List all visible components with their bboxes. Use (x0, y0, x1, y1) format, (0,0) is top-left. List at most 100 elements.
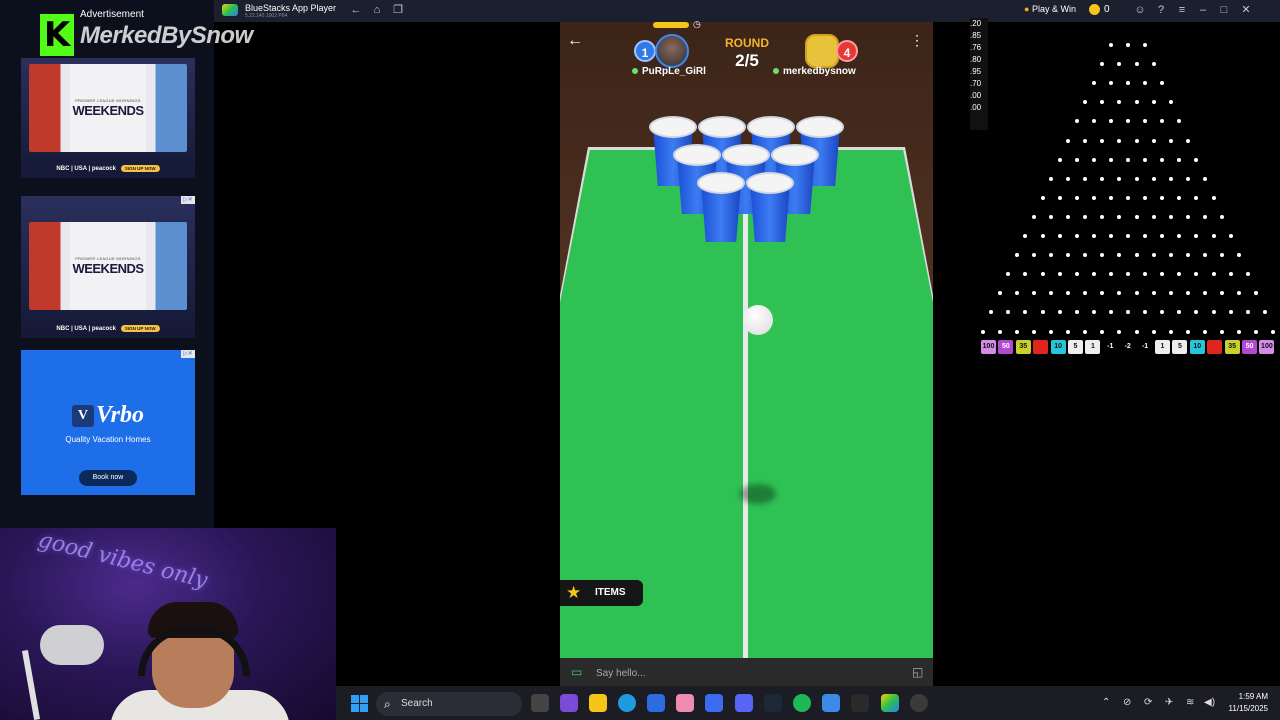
cup (697, 172, 745, 244)
plinko-bucket: 10 (1189, 340, 1205, 354)
right-player-name: merkedbysnow (773, 66, 856, 77)
plinko-peg (1202, 329, 1207, 334)
chat-input[interactable] (596, 666, 886, 680)
tray-chevron-icon[interactable]: ⌃ (1102, 697, 1110, 708)
help-icon[interactable]: ? (1154, 4, 1168, 16)
volume-icon[interactable]: ◀) (1204, 697, 1215, 708)
plinko-peg (1108, 43, 1113, 47)
epic-games-icon[interactable] (851, 694, 869, 712)
maximize-icon[interactable]: □ (1217, 4, 1231, 16)
ad-cta-button[interactable]: SIGN UP NOW (120, 325, 160, 332)
app-icon[interactable] (676, 694, 694, 712)
plinko-peg (1160, 272, 1165, 277)
chat-icon[interactable]: ▭ (571, 665, 582, 679)
plinko-peg (1160, 310, 1165, 315)
ad-banner-vrbo[interactable]: ▷✕ V Vrbo Quality Vacation Homes Book now (21, 350, 195, 495)
plinko-peg (1151, 138, 1156, 143)
plinko-peg (1040, 272, 1045, 277)
plinko-peg (1023, 234, 1028, 238)
bluestacks-logo-icon (222, 4, 238, 16)
clock-time[interactable]: 1:59 AM (1222, 692, 1268, 701)
obs-icon[interactable] (910, 694, 928, 712)
game-more-options-icon[interactable]: ⋮ (910, 32, 924, 49)
tray-icon-3[interactable]: ✈ (1165, 697, 1173, 708)
cup (746, 172, 794, 244)
ad-choices-icon[interactable]: ▷✕ (181, 196, 195, 204)
plinko-peg (1049, 329, 1054, 334)
copilot-icon[interactable] (705, 694, 723, 712)
menu-icon[interactable]: ≡ (1175, 4, 1189, 16)
ad-banner-weekends-1[interactable]: PREMIER LEAGUE MORNINGS WEEKENDS NBC | U… (21, 58, 195, 178)
file-explorer-icon[interactable] (589, 694, 607, 712)
plinko-peg (1228, 310, 1233, 315)
ad-choices-icon[interactable]: ▷✕ (181, 350, 195, 358)
plinko-peg (1194, 157, 1199, 162)
discord-icon[interactable] (735, 694, 753, 712)
plinko-peg (1143, 272, 1148, 277)
plinko-peg (1074, 272, 1079, 277)
store-icon[interactable] (647, 694, 665, 712)
plinko-peg (1083, 214, 1088, 219)
plinko-peg (1108, 195, 1113, 200)
plinko-peg (1108, 157, 1113, 162)
plinko-peg (1057, 272, 1062, 277)
plinko-bucket: 1 (1085, 340, 1101, 354)
minimize-icon[interactable]: – (1196, 4, 1210, 16)
edge-icon[interactable] (618, 694, 636, 712)
ping-pong-ball[interactable] (743, 305, 773, 335)
plinko-peg (1134, 329, 1139, 334)
plinko-peg (1100, 291, 1105, 296)
bluestacks-taskbar-icon[interactable] (881, 694, 899, 712)
plinko-peg (1031, 253, 1036, 258)
ball-shadow (740, 484, 776, 504)
profile-avatar-icon[interactable]: ☺ (1133, 4, 1147, 16)
plinko-peg (1066, 329, 1071, 334)
coin-balance[interactable]: 0 (1089, 4, 1110, 15)
plinko-odds-list: .20 .85 .76 .80 .95 .70 .00 .00 (970, 18, 988, 130)
game-back-arrow-icon[interactable]: ← (567, 32, 583, 50)
plinko-peg (1211, 310, 1216, 315)
ad-cta-button[interactable]: SIGN UP NOW (120, 165, 160, 172)
round-label: ROUND (725, 36, 769, 50)
tray-icon-2[interactable]: ⟳ (1144, 697, 1152, 708)
clock-date[interactable]: 11/15/2025 (1222, 704, 1268, 713)
back-nav-icon[interactable]: ← (349, 4, 363, 16)
recent-apps-icon[interactable]: ❐ (391, 4, 405, 16)
plinko-peg (1117, 214, 1122, 219)
plinko-peg (1143, 43, 1148, 47)
plinko-bucket: 10 (1050, 340, 1066, 354)
task-view-icon[interactable] (531, 694, 549, 712)
notepad-icon[interactable] (822, 694, 840, 712)
vrbo-logo-mark: V (71, 405, 94, 428)
plinko-peg (1160, 157, 1165, 162)
windows-start-icon[interactable] (351, 695, 368, 712)
plinko-peg (1237, 291, 1242, 296)
plinko-peg (1194, 272, 1199, 277)
close-icon[interactable]: ✕ (1239, 4, 1253, 16)
play-win-button[interactable]: ● Play & Win (1024, 4, 1076, 14)
plinko-peg (1049, 214, 1054, 219)
plinko-bucket: -2 (1120, 340, 1136, 354)
plinko-peg (1108, 81, 1113, 86)
plinko-peg (1083, 138, 1088, 143)
plinko-peg (1066, 138, 1071, 143)
wifi-icon[interactable]: ≋ (1186, 697, 1194, 708)
plinko-peg (1126, 81, 1130, 86)
sticker-icon[interactable]: ◱ (912, 665, 923, 679)
app-version: 5.22.140.1002 P64 (245, 13, 288, 19)
book-now-button[interactable]: Book now (79, 470, 137, 486)
tray-icon-1[interactable]: ⊘ (1123, 697, 1131, 708)
spotify-icon[interactable] (793, 694, 811, 712)
taskbar-search[interactable] (376, 692, 522, 716)
plinko-peg (1211, 234, 1216, 238)
plinko-bucket: 100 (981, 340, 996, 354)
teams-icon[interactable] (560, 694, 578, 712)
steam-icon[interactable] (764, 694, 782, 712)
odds-value: .80 (970, 55, 982, 64)
home-icon[interactable]: ⌂ (370, 4, 384, 16)
plinko-peg (1049, 253, 1054, 258)
plinko-peg (1117, 138, 1122, 143)
plinko-peg (997, 291, 1002, 296)
plinko-peg (1126, 310, 1130, 315)
ad-banner-weekends-2[interactable]: ▷✕ PREMIER LEAGUE MORNINGS WEEKENDS NBC … (21, 196, 195, 338)
